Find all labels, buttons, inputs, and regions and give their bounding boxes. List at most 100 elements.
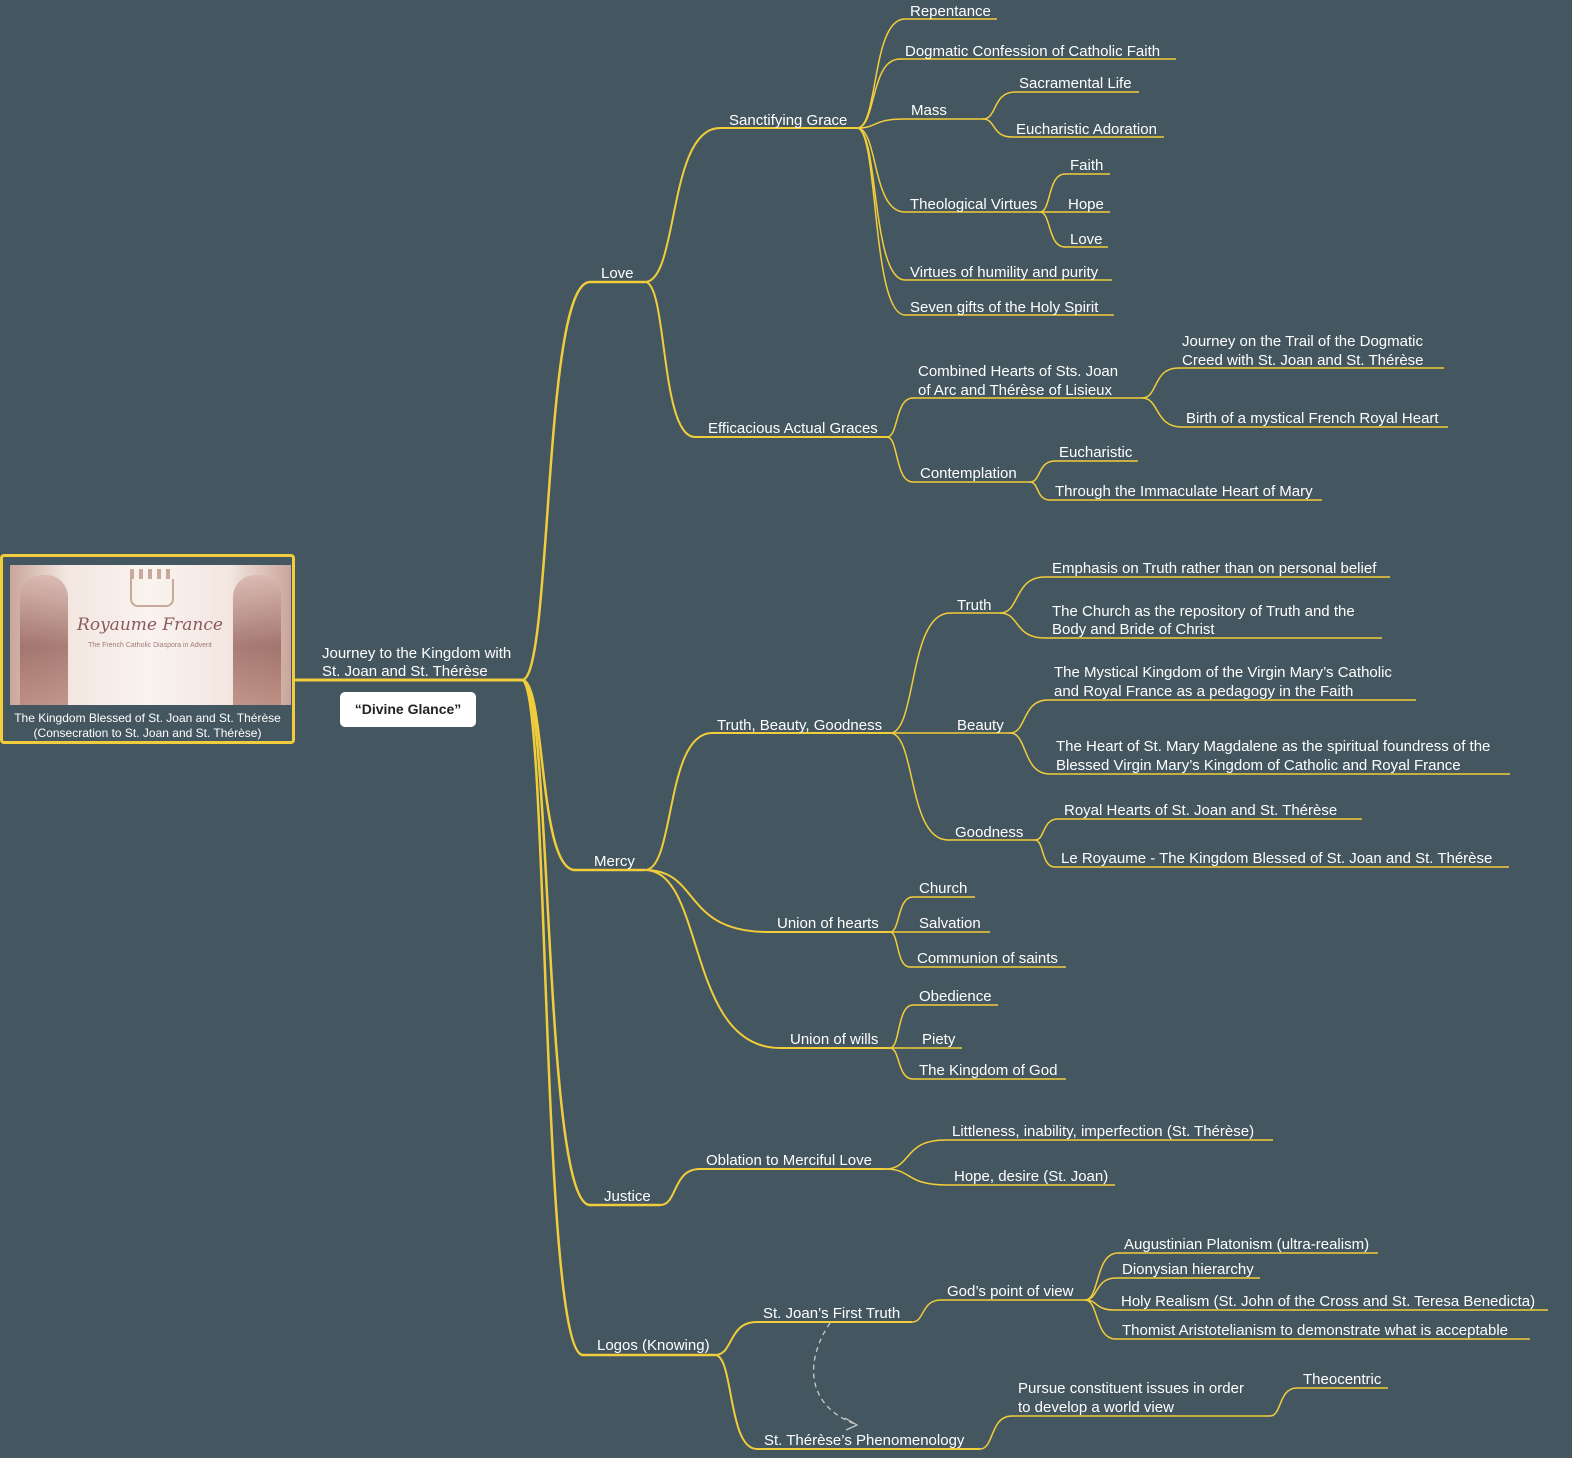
branch-connector: [520, 678, 585, 1357]
node-journey-trail-line2[interactable]: Creed with St. Joan and St. Thérèse: [1182, 351, 1424, 370]
branch-connector: [520, 280, 592, 682]
node-church-repository-line1[interactable]: The Church as the repository of Truth an…: [1052, 602, 1355, 621]
node-combined-hearts-line1[interactable]: Combined Hearts of Sts. Joan: [918, 362, 1118, 381]
root-caption: The Kingdom Blessed of St. Joan and St. …: [5, 711, 290, 741]
node-joan-first-truth[interactable]: St. Joan’s First Truth: [763, 1304, 900, 1323]
branch-connector: [1269, 1387, 1298, 1417]
node-truth-beauty-goodness[interactable]: Truth, Beauty, Goodness: [717, 716, 882, 735]
node-mercy[interactable]: Mercy: [594, 852, 635, 871]
node-le-royaume[interactable]: Le Royaume - The Kingdom Blessed of St. …: [1061, 849, 1492, 868]
node-therese-phenomenology[interactable]: St. Thérèse’s Phenomenology: [764, 1431, 964, 1450]
node-augustinian[interactable]: Augustinian Platonism (ultra-realism): [1124, 1235, 1369, 1254]
node-oblation[interactable]: Oblation to Merciful Love: [706, 1151, 872, 1170]
root-topic-card[interactable]: Royaume France The French Catholic Diasp…: [0, 554, 295, 744]
node-union-of-hearts[interactable]: Union of hearts: [777, 914, 879, 933]
node-heart-magdalene-line2[interactable]: Blessed Virgin Mary’s Kingdom of Catholi…: [1056, 756, 1461, 775]
branch-connector: [644, 281, 696, 438]
node-repentance[interactable]: Repentance: [910, 2, 991, 21]
node-church[interactable]: Church: [919, 879, 967, 898]
logo-title: Royaume France: [77, 615, 223, 635]
node-seven-gifts[interactable]: Seven gifts of the Holy Spirit: [910, 298, 1098, 317]
royaume-france-image: Royaume France The French Catholic Diasp…: [10, 565, 291, 705]
branch-connector: [856, 127, 906, 213]
branch-connector: [884, 1139, 946, 1170]
node-theological-virtues[interactable]: Theological Virtues: [910, 195, 1037, 214]
node-holy-realism[interactable]: Holy Realism (St. John of the Cross and …: [1121, 1292, 1535, 1311]
node-heart-magdalene-line1[interactable]: The Heart of St. Mary Magdalene as the s…: [1056, 737, 1490, 756]
crown-icon: [130, 569, 174, 607]
node-virtues-humility[interactable]: Virtues of humility and purity: [910, 263, 1098, 282]
node-pursue-line1[interactable]: Pursue constituent issues in order: [1018, 1379, 1244, 1398]
branch-connector: [644, 732, 713, 871]
branch-connector: [889, 1004, 914, 1049]
arrow-head-icon: [844, 1417, 859, 1431]
branch-connector: [1084, 1252, 1119, 1301]
node-faith[interactable]: Faith: [1070, 156, 1103, 175]
node-birth-heart[interactable]: Birth of a mystical French Royal Heart: [1186, 409, 1439, 428]
branch-connector: [1034, 818, 1059, 841]
divine-glance-callout[interactable]: “Divine Glance”: [340, 692, 476, 727]
node-thomist[interactable]: Thomist Aristotelianism to demonstrate w…: [1122, 1321, 1508, 1340]
branch-connector: [659, 1168, 701, 1206]
node-union-of-wills[interactable]: Union of wills: [790, 1030, 878, 1049]
node-mystical-kingdom-line1[interactable]: The Mystical Kingdom of the Virgin Mary’…: [1054, 663, 1392, 682]
node-justice[interactable]: Justice: [604, 1187, 651, 1206]
branch-connector: [1034, 839, 1056, 868]
node-hope-desire[interactable]: Hope, desire (St. Joan): [954, 1167, 1108, 1186]
node-gods-point-of-view[interactable]: God’s point of view: [947, 1282, 1073, 1301]
node-love[interactable]: Love: [601, 264, 634, 283]
node-dogmatic-confession[interactable]: Dogmatic Confession of Catholic Faith: [905, 42, 1160, 61]
node-beauty[interactable]: Beauty: [957, 716, 1004, 735]
node-eucharistic[interactable]: Eucharistic: [1059, 443, 1132, 462]
node-obedience[interactable]: Obedience: [919, 987, 992, 1006]
node-church-repository-line2[interactable]: Body and Bride of Christ: [1052, 620, 1215, 639]
branch-connector: [856, 58, 901, 129]
node-dionysian[interactable]: Dionysian hierarchy: [1122, 1260, 1254, 1279]
branch-connector: [889, 1047, 914, 1080]
saint-therese-figure: [233, 575, 281, 705]
branch-connector: [1084, 1299, 1117, 1340]
node-goodness[interactable]: Goodness: [955, 823, 1023, 842]
node-logos[interactable]: Logos (Knowing): [597, 1336, 710, 1355]
node-kingdom-of-god[interactable]: The Kingdom of God: [919, 1061, 1057, 1080]
relationship-arrow[interactable]: [812, 1322, 856, 1425]
branch-connector: [1009, 732, 1051, 775]
node-journey-trail-line1[interactable]: Journey on the Trail of the Dogmatic: [1182, 332, 1423, 351]
branch-connector: [982, 91, 1016, 120]
node-mystical-kingdom-line2[interactable]: and Royal France as a pedagogy in the Fa…: [1054, 682, 1353, 701]
node-salvation[interactable]: Salvation: [919, 914, 981, 933]
node-sacramental-life[interactable]: Sacramental Life: [1019, 74, 1132, 93]
saint-joan-figure: [20, 575, 68, 705]
node-emphasis-truth[interactable]: Emphasis on Truth rather than on persona…: [1052, 559, 1376, 578]
branch-connector: [884, 1168, 949, 1186]
branch-connector: [644, 869, 769, 933]
central-topic-line2[interactable]: St. Joan and St. Thérèse: [322, 662, 488, 681]
node-efficacious-graces[interactable]: Efficacious Actual Graces: [708, 419, 878, 438]
node-love-virtue[interactable]: Love: [1070, 230, 1103, 249]
node-communion-saints[interactable]: Communion of saints: [917, 949, 1058, 968]
node-combined-hearts-line2[interactable]: of Arc and Thérèse of Lisieux: [918, 381, 1112, 400]
node-sanctifying-grace[interactable]: Sanctifying Grace: [729, 111, 847, 130]
branch-connector: [886, 397, 914, 438]
node-littleness[interactable]: Littleness, inability, imperfection (St.…: [952, 1122, 1254, 1141]
node-royal-hearts[interactable]: Royal Hearts of St. Joan and St. Thérèse: [1064, 801, 1337, 820]
node-theocentric[interactable]: Theocentric: [1303, 1370, 1381, 1389]
node-piety[interactable]: Piety: [922, 1030, 955, 1049]
branch-connector: [1084, 1277, 1117, 1301]
node-hope[interactable]: Hope: [1068, 195, 1104, 214]
branch-connector: [856, 127, 906, 316]
node-contemplation[interactable]: Contemplation: [920, 464, 1017, 483]
node-truth[interactable]: Truth: [957, 596, 991, 615]
node-through-heart[interactable]: Through the Immaculate Heart of Mary: [1055, 482, 1313, 501]
node-pursue-line2[interactable]: to develop a world view: [1018, 1398, 1174, 1417]
logo-subtitle: The French Catholic Diaspora in Advent: [88, 642, 212, 649]
branch-connector: [1141, 397, 1183, 428]
branch-connector: [889, 896, 914, 933]
branch-connector: [1039, 173, 1066, 213]
branch-connector: [644, 127, 721, 283]
mind-map-canvas: Royaume France The French Catholic Diasp…: [0, 0, 1572, 1458]
branch-connector: [714, 1321, 758, 1356]
node-eucharistic-adoration[interactable]: Eucharistic Adoration: [1016, 120, 1157, 139]
central-topic-line1[interactable]: Journey to the Kingdom with: [322, 644, 511, 663]
node-mass[interactable]: Mass: [911, 101, 947, 120]
